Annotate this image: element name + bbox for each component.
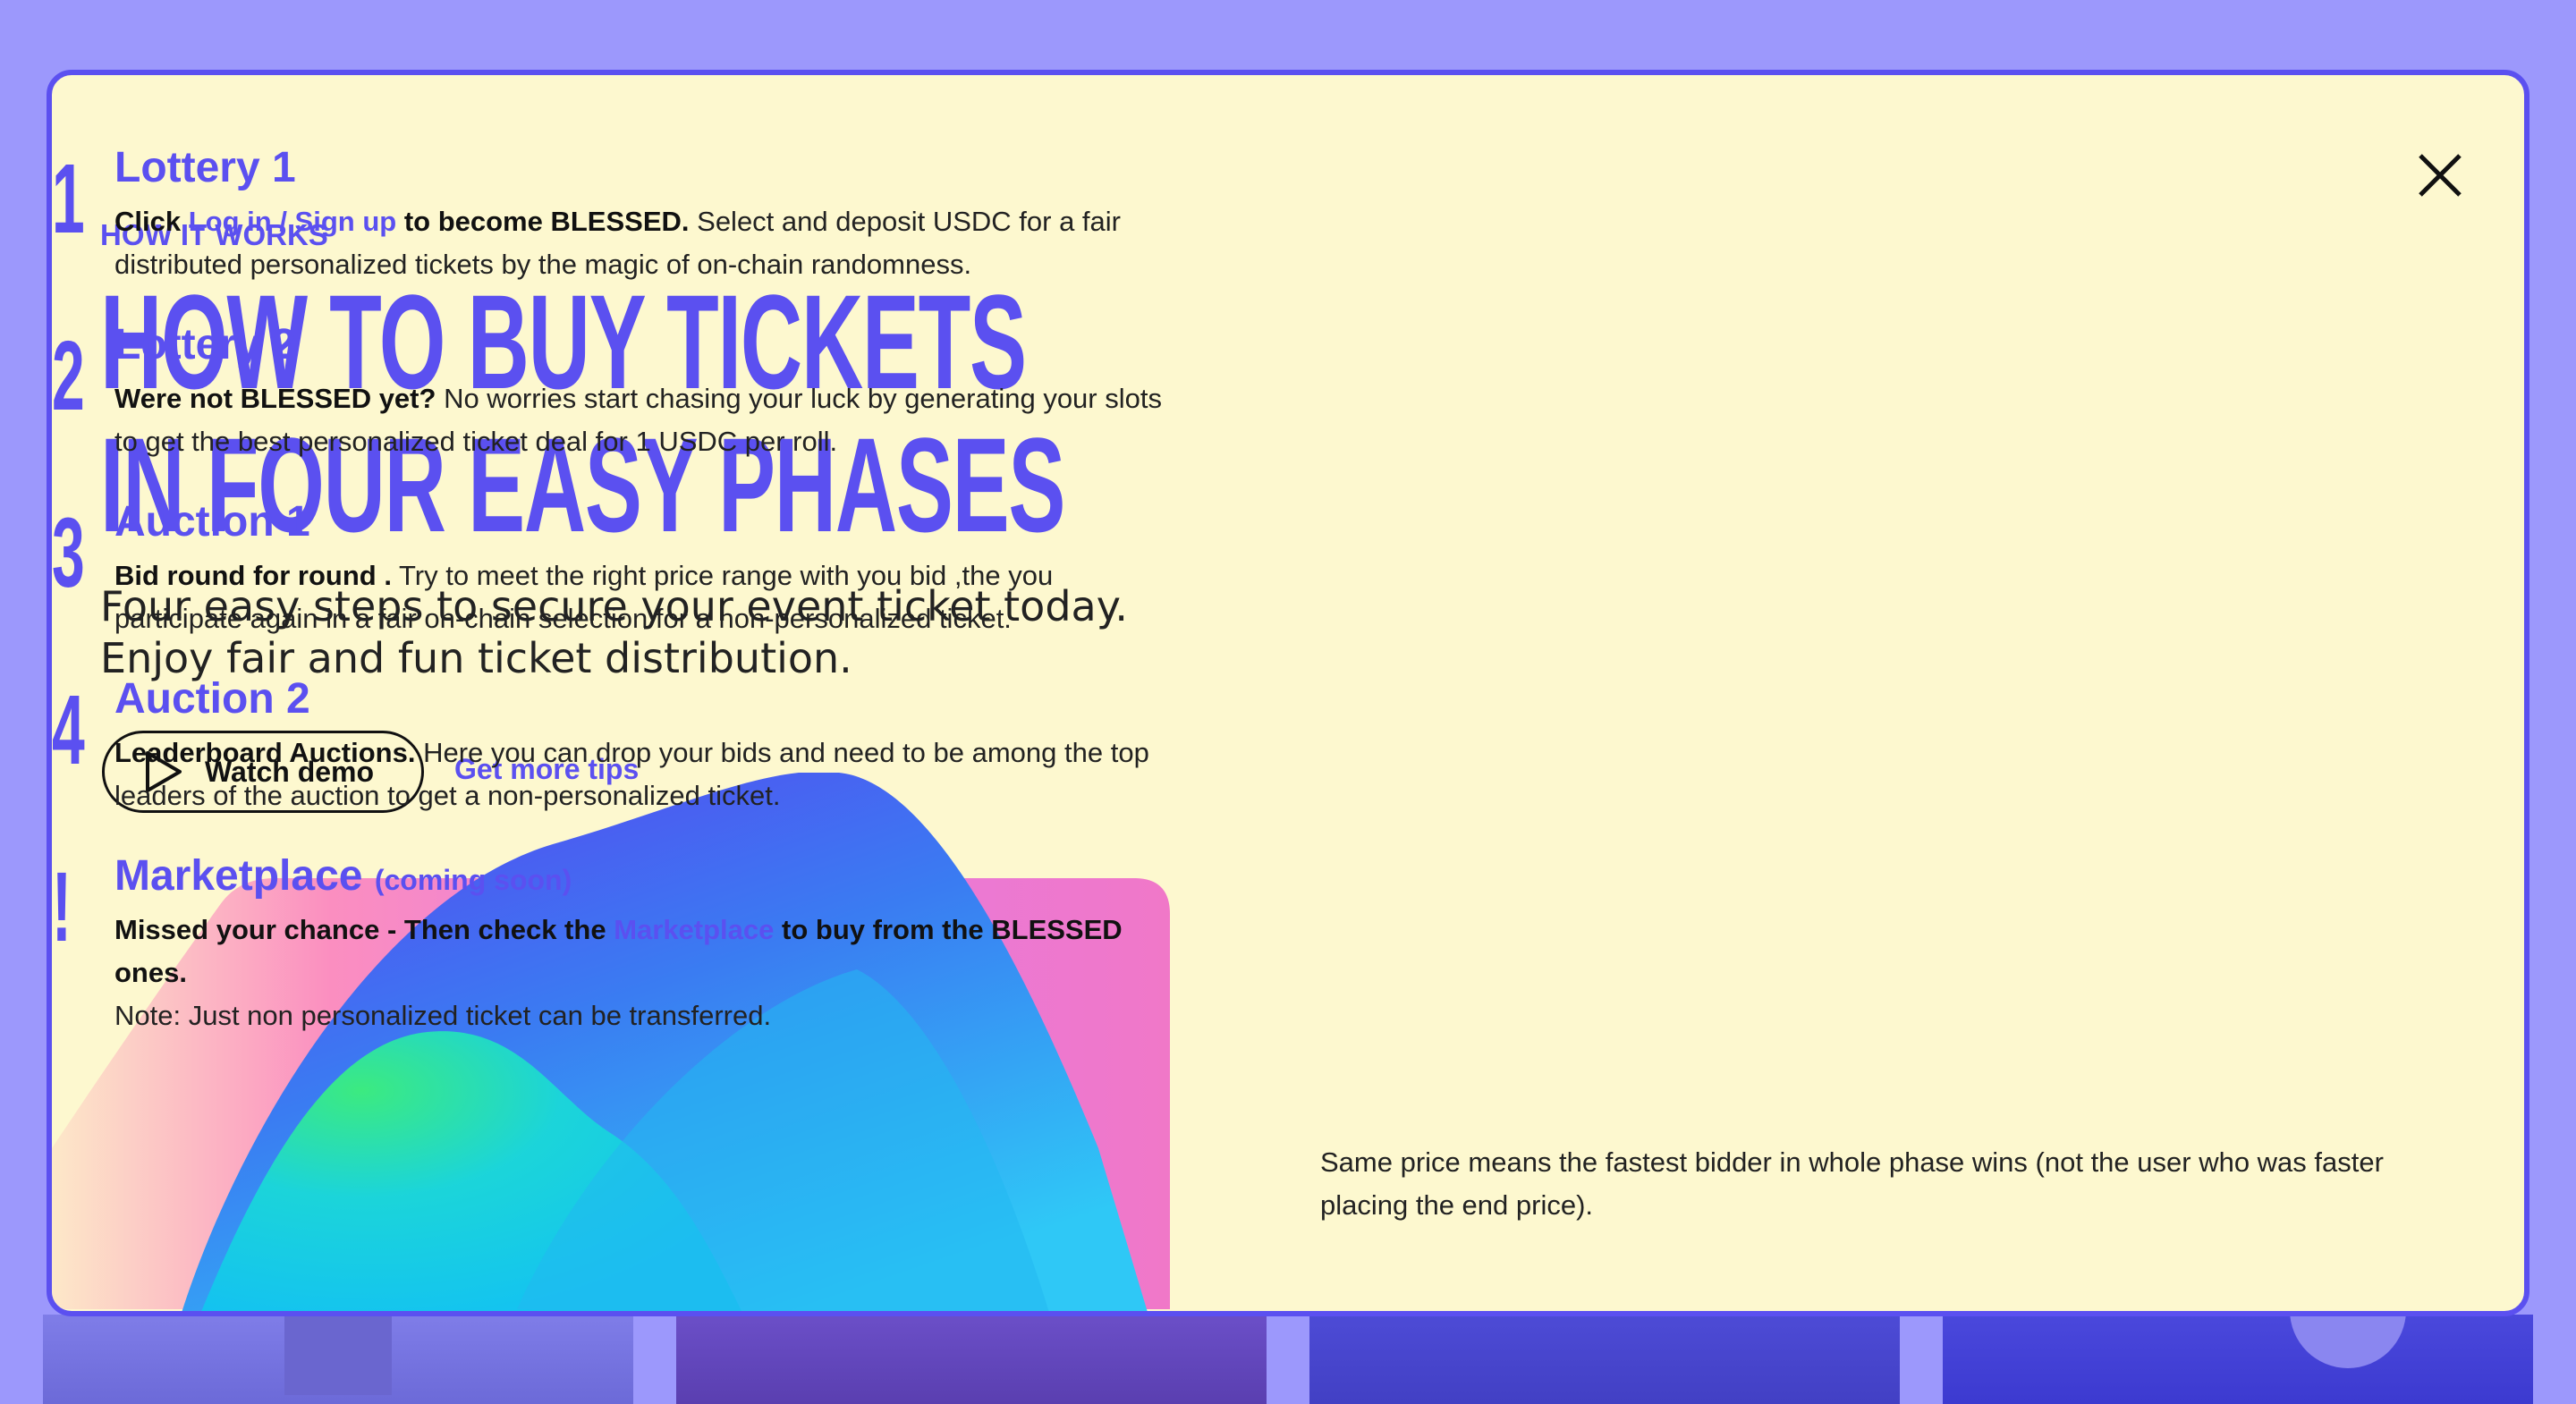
step-title: Lottery 1 [114,144,296,191]
step-number: ! [52,852,72,962]
step-bold: Were not BLESSED yet? [114,383,436,414]
step-note: Note: Just non personalized ticket can b… [114,1000,772,1031]
building-image [284,1315,392,1395]
step-title: Auction 2 [114,675,310,723]
step-body: Missed your chance - Then check the Mark… [114,909,1179,1037]
step-number: 3 [52,498,85,608]
step-number: 4 [52,675,85,785]
step-body: Click Log in / Sign up to become BLESSED… [114,200,1179,286]
step-body: Bid round for round . Try to meet the ri… [114,554,1179,640]
step-bold: Bid round for round . [114,560,392,591]
event-thumbnail[interactable] [1309,1315,1900,1404]
close-button[interactable] [2413,148,2467,202]
step-number: 2 [52,321,85,431]
step-title: Auction 1 [114,498,310,546]
step-bold: Leaderboard Auctions. [114,737,416,768]
marketplace-link[interactable]: Marketplace [614,914,774,945]
step-bold: Click [114,206,182,237]
coming-soon-label: (coming soon) [374,864,572,896]
step-body: Were not BLESSED yet? No worries start c… [114,377,1179,463]
how-it-works-modal: HOW IT WORKS HOW TO BUY TICKETS IN FOUR … [47,70,2529,1316]
footnote: Same price means the fastest bidder in w… [1320,1146,2384,1221]
step-bold: to become BLESSED. [403,206,690,237]
step-title: Marketplace (coming soon) [114,851,572,905]
event-thumbnail[interactable] [676,1315,1267,1404]
step-number: 1 [52,144,85,254]
step-title: Lottery 2 [114,321,296,368]
event-thumbnail[interactable] [1943,1315,2533,1404]
background-thumbnails [43,1315,2533,1404]
step-body: Leaderboard Auctions. Here you can drop … [114,732,1179,817]
step-bold: Missed your chance - Then check the [114,914,606,945]
event-thumbnail[interactable] [43,1315,633,1404]
login-signup-link[interactable]: Log in / Sign up [189,206,396,237]
close-icon [2419,154,2462,197]
step-title-text: Marketplace [114,852,363,900]
